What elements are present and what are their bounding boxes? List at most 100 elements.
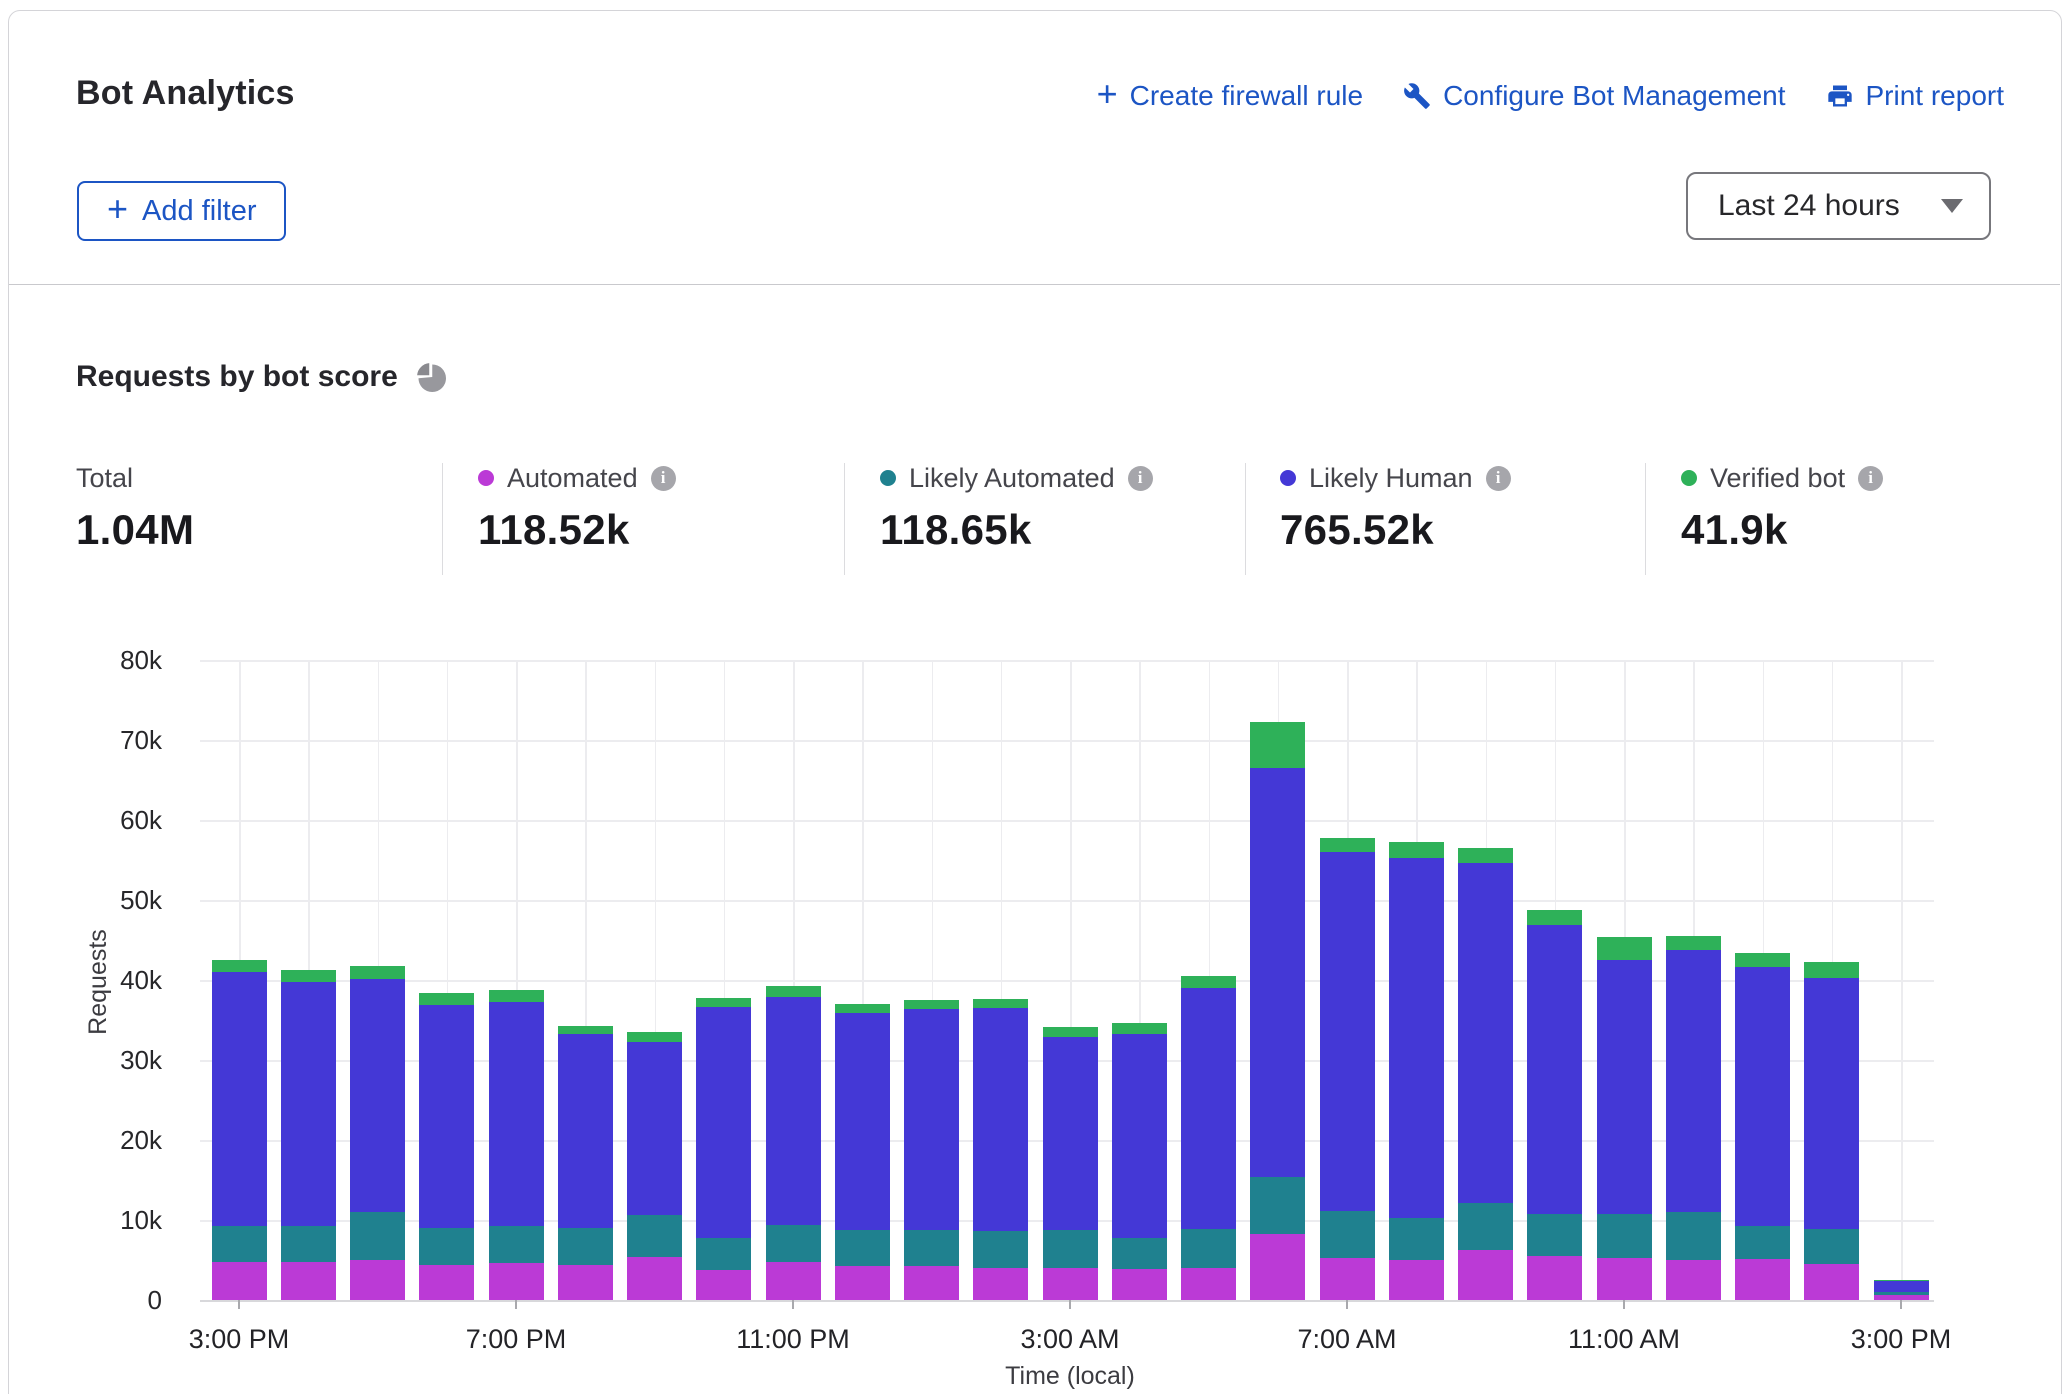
- configure-bot-management-label: Configure Bot Management: [1443, 80, 1785, 112]
- bar-900am[interactable]: [1458, 848, 1513, 1300]
- gridline-horizontal: [200, 1300, 1934, 1302]
- segment-verified-bot: [1597, 937, 1652, 960]
- segment-likely-automated: [1735, 1226, 1790, 1259]
- bar-700am[interactable]: [1320, 838, 1375, 1300]
- segment-likely-human: [1735, 967, 1790, 1226]
- segment-automated: [1804, 1264, 1859, 1300]
- create-firewall-rule-label: Create firewall rule: [1130, 80, 1363, 112]
- segment-verified-bot: [558, 1026, 613, 1035]
- y-tick-label: 10k: [52, 1204, 162, 1236]
- y-tick-label: 40k: [52, 964, 162, 996]
- bar-800am[interactable]: [1389, 842, 1444, 1300]
- info-icon[interactable]: i: [1128, 466, 1153, 491]
- bar-300pm[interactable]: [1874, 1280, 1929, 1300]
- gridline-horizontal: [200, 820, 1934, 822]
- segment-automated: [835, 1266, 890, 1300]
- bar-1200am[interactable]: [835, 1004, 890, 1300]
- stat-likely-automated: Likely Automated i 118.65k: [880, 462, 1153, 554]
- segment-likely-human: [1181, 988, 1236, 1229]
- wrench-icon: [1403, 82, 1431, 110]
- segment-likely-automated: [1181, 1229, 1236, 1268]
- stat-verified-bot-label: Verified bot: [1710, 463, 1845, 494]
- bar-1100am[interactable]: [1597, 937, 1652, 1300]
- segment-automated: [627, 1257, 682, 1300]
- stat-total: Total 1.04M: [76, 462, 194, 554]
- segment-automated: [1389, 1260, 1444, 1300]
- segment-likely-automated: [281, 1226, 336, 1263]
- y-tick-label: 20k: [52, 1124, 162, 1156]
- x-tick-label: 11:00 PM: [703, 1324, 883, 1355]
- info-icon[interactable]: i: [651, 466, 676, 491]
- segment-verified-bot: [696, 998, 751, 1008]
- segment-likely-automated: [1389, 1218, 1444, 1260]
- print-report-link[interactable]: Print report: [1826, 80, 2005, 112]
- segment-likely-human: [696, 1007, 751, 1237]
- stat-verified-bot: Verified bot i 41.9k: [1681, 462, 1883, 554]
- bar-1000am[interactable]: [1527, 910, 1582, 1300]
- stat-automated: Automated i 118.52k: [478, 462, 676, 554]
- bar-400pm[interactable]: [281, 970, 336, 1300]
- plus-icon: +: [1097, 76, 1118, 112]
- segment-automated: [1458, 1250, 1513, 1300]
- segment-verified-bot: [1389, 842, 1444, 857]
- bar-1100pm[interactable]: [766, 986, 821, 1300]
- section-title-row: Requests by bot score: [76, 360, 446, 394]
- x-tick-label: 3:00 PM: [149, 1324, 329, 1355]
- segment-likely-automated: [350, 1212, 405, 1260]
- segment-verified-bot: [1458, 848, 1513, 863]
- segment-verified-bot: [489, 990, 544, 1002]
- segment-verified-bot: [835, 1004, 890, 1013]
- bar-400am[interactable]: [1112, 1023, 1167, 1300]
- bar-500pm[interactable]: [350, 966, 405, 1300]
- segment-likely-human: [212, 972, 267, 1226]
- time-range-select[interactable]: Last 24 hours: [1686, 172, 1991, 240]
- segment-automated: [281, 1262, 336, 1300]
- x-tick-mark: [1346, 1300, 1348, 1309]
- bar-300pm[interactable]: [212, 960, 267, 1300]
- info-icon[interactable]: i: [1486, 466, 1511, 491]
- info-icon[interactable]: i: [1858, 466, 1883, 491]
- header-actions: + Create firewall rule Configure Bot Man…: [1097, 78, 2004, 114]
- segment-likely-human: [627, 1042, 682, 1216]
- y-tick-label: 80k: [52, 644, 162, 676]
- bar-900pm[interactable]: [627, 1032, 682, 1300]
- bar-1000pm[interactable]: [696, 998, 751, 1300]
- bar-500am[interactable]: [1181, 976, 1236, 1300]
- segment-likely-human: [1666, 950, 1721, 1212]
- bar-600pm[interactable]: [419, 993, 474, 1300]
- bar-1200pm[interactable]: [1666, 936, 1721, 1300]
- segment-likely-automated: [696, 1238, 751, 1271]
- bar-300am[interactable]: [1043, 1027, 1098, 1300]
- pie-chart-icon: [416, 362, 446, 392]
- configure-bot-management-link[interactable]: Configure Bot Management: [1403, 80, 1785, 112]
- segment-automated: [973, 1268, 1028, 1300]
- bar-600am[interactable]: [1250, 722, 1305, 1300]
- stat-divider: [442, 463, 443, 575]
- bar-200am[interactable]: [973, 999, 1028, 1300]
- segment-automated: [1666, 1260, 1721, 1300]
- segment-likely-automated: [835, 1230, 890, 1265]
- segment-verified-bot: [419, 993, 474, 1005]
- bar-700pm[interactable]: [489, 990, 544, 1300]
- segment-verified-bot: [1250, 722, 1305, 768]
- gridline-horizontal: [200, 660, 1934, 662]
- segment-likely-automated: [558, 1228, 613, 1265]
- bar-100pm[interactable]: [1735, 953, 1790, 1300]
- bar-200pm[interactable]: [1804, 962, 1859, 1300]
- gridline-horizontal: [200, 740, 1934, 742]
- segment-automated: [1181, 1268, 1236, 1300]
- stat-likely-human-label: Likely Human: [1309, 463, 1473, 494]
- segment-likely-human: [1458, 863, 1513, 1203]
- segment-verified-bot: [1112, 1023, 1167, 1033]
- likely-automated-dot-icon: [880, 470, 896, 486]
- segment-automated: [489, 1263, 544, 1300]
- y-tick-label: 50k: [52, 884, 162, 916]
- bar-100am[interactable]: [904, 1000, 959, 1300]
- segment-likely-human: [766, 997, 821, 1225]
- bar-800pm[interactable]: [558, 1026, 613, 1300]
- segment-likely-automated: [1112, 1238, 1167, 1268]
- segment-automated: [1597, 1258, 1652, 1300]
- add-filter-button[interactable]: + Add filter: [77, 181, 286, 241]
- create-firewall-rule-link[interactable]: + Create firewall rule: [1097, 78, 1363, 114]
- x-tick-label: 3:00 PM: [1811, 1324, 1991, 1355]
